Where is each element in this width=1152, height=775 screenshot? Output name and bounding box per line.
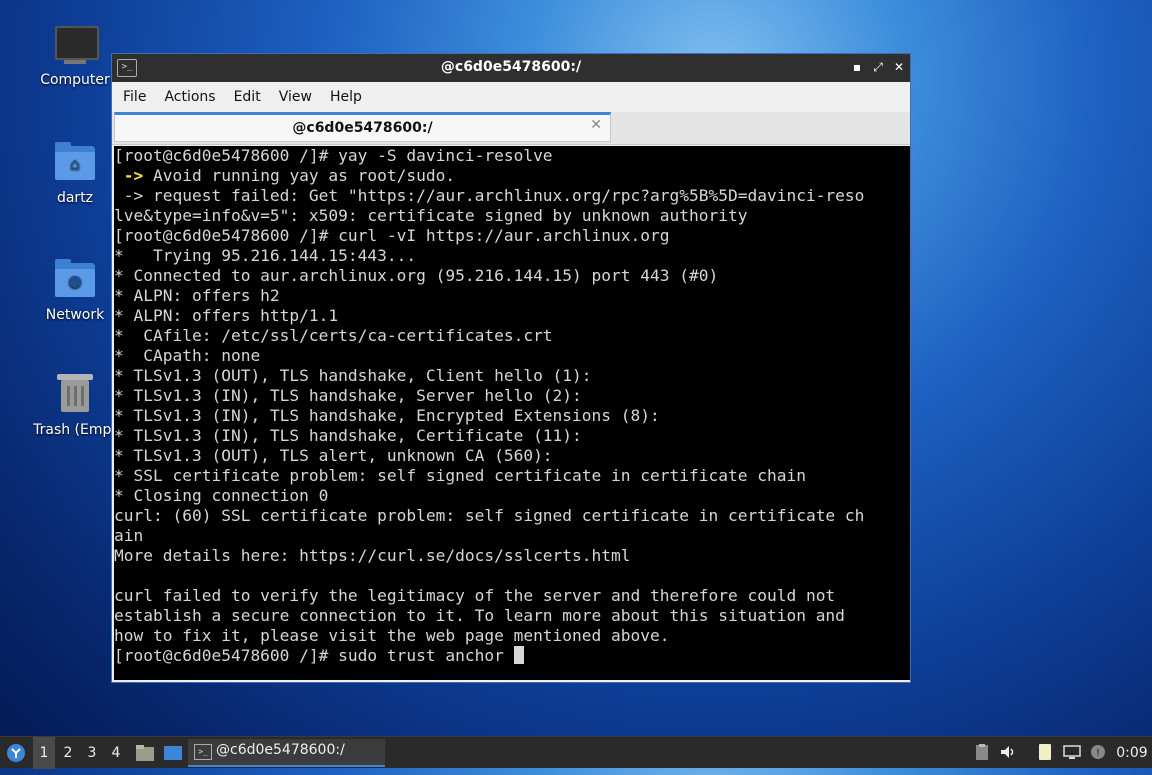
terminal-line: -> request failed: Get "https://aur.arch… <box>114 186 865 205</box>
desktop-icon-trash[interactable]: Trash (Empt <box>29 372 121 438</box>
show-desktop-button[interactable] <box>161 737 185 769</box>
tab-terminal[interactable]: @c6d0e5478600:/ ✕ <box>114 112 611 142</box>
menu-view[interactable]: View <box>270 89 321 105</box>
taskbar-task-terminal[interactable]: >_ @c6d0e5478600:/ <box>188 739 385 767</box>
menu-edit[interactable]: Edit <box>225 89 270 105</box>
window-titlebar[interactable]: >_ @c6d0e5478600:/ ▪ ⤢ ✕ <box>112 54 910 82</box>
home-folder-icon: ⌂ <box>53 140 97 184</box>
desktop-icon-label: dartz <box>56 190 94 206</box>
terminal-output[interactable]: [root@c6d0e5478600 /]# yay -S davinci-re… <box>114 146 910 680</box>
terminal-line: how to fix it, please visit the web page… <box>114 626 670 645</box>
workspace-1[interactable]: 1 <box>33 737 55 769</box>
terminal-line: curl failed to verify the legitimacy of … <box>114 586 836 605</box>
clipboard-icon[interactable] <box>973 743 991 761</box>
desktop-icon-label: Computer <box>40 72 110 88</box>
terminal-line: * Closing connection 0 <box>114 486 329 505</box>
menu-help[interactable]: Help <box>321 89 371 105</box>
desktop-icon-home-folder[interactable]: ⌂ dartz <box>29 140 121 206</box>
app-menu-button[interactable] <box>2 737 30 769</box>
menu-bar: File Actions Edit View Help <box>112 82 910 112</box>
computer-icon <box>53 22 99 66</box>
terminal-line-warning: -> Avoid running yay as root/sudo. <box>114 166 910 186</box>
terminal-line: * TLSv1.3 (IN), TLS handshake, Encrypted… <box>114 406 660 425</box>
close-button[interactable]: ✕ <box>892 60 906 74</box>
maximize-button[interactable]: ⤢ <box>871 60 885 74</box>
notes-icon[interactable] <box>1036 743 1054 761</box>
terminal-line: * CAfile: /etc/ssl/certs/ca-certificates… <box>114 326 553 345</box>
tab-bar: @c6d0e5478600:/ ✕ <box>112 112 910 145</box>
volume-icon[interactable] <box>999 743 1017 761</box>
terminal-prompt-line[interactable]: [root@c6d0e5478600 /]# sudo trust anchor <box>114 646 910 666</box>
trash-icon <box>53 372 97 416</box>
terminal-line: * TLSv1.3 (IN), TLS handshake, Server he… <box>114 386 582 405</box>
desktop-icon-network[interactable]: ● Network <box>29 257 121 323</box>
terminal-line: lve&type=info&v=5": x509: certificate si… <box>114 206 748 225</box>
tab-close-icon[interactable]: ✕ <box>590 117 602 133</box>
terminal-line: * Connected to aur.archlinux.org (95.216… <box>114 266 719 285</box>
network-status-icon[interactable] <box>1063 743 1081 761</box>
terminal-line: * ALPN: offers http/1.1 <box>114 306 339 325</box>
terminal-icon: >_ <box>194 744 212 760</box>
terminal-line: More details here: https://curl.se/docs/… <box>114 546 631 565</box>
terminal-line: * TLSv1.3 (OUT), TLS handshake, Client h… <box>114 366 592 385</box>
terminal-line: * TLSv1.3 (IN), TLS handshake, Certifica… <box>114 426 582 445</box>
terminal-line: ain <box>114 526 144 545</box>
task-label: @c6d0e5478600:/ <box>216 742 345 758</box>
svg-text:!: ! <box>1096 748 1100 759</box>
network-folder-icon: ● <box>53 257 97 301</box>
text-cursor <box>513 646 524 664</box>
prompt-text: [root@c6d0e5478600 /]# sudo trust anchor <box>114 646 514 665</box>
file-manager-launcher[interactable] <box>133 737 157 769</box>
desktop-icon-computer[interactable]: Computer <box>29 22 121 88</box>
taskbar: 1 2 3 4 >_ @c6d0e5478600:/ ! 0:09 <box>0 736 1152 769</box>
workspace-2[interactable]: 2 <box>57 737 79 769</box>
window-title: @c6d0e5478600:/ <box>440 59 582 75</box>
clock[interactable]: 0:09 <box>1112 737 1152 769</box>
terminal-line: * Trying 95.216.144.15:443... <box>114 246 417 265</box>
terminal-line: [root@c6d0e5478600 /]# curl -vI https://… <box>114 226 670 245</box>
tab-label: @c6d0e5478600:/ <box>292 120 433 136</box>
terminal-line: * SSL certificate problem: self signed c… <box>114 466 806 485</box>
terminal-line: curl: (60) SSL certificate problem: self… <box>114 506 865 525</box>
warning-arrow: -> <box>114 166 144 185</box>
workspace-3[interactable]: 3 <box>81 737 103 769</box>
terminal-line: establish a secure connection to it. To … <box>114 606 845 625</box>
desktop-icon-label: Trash (Empt <box>33 422 117 438</box>
menu-file[interactable]: File <box>114 89 155 105</box>
warning-text: Avoid running yay as root/sudo. <box>153 166 456 185</box>
start-menu-icon <box>7 744 25 762</box>
file-manager-icon <box>136 745 154 761</box>
minimize-button[interactable]: ▪ <box>850 60 864 74</box>
terminal-window: >_ @c6d0e5478600:/ ▪ ⤢ ✕ File Actions Ed… <box>111 53 911 683</box>
terminal-line: * CApath: none <box>114 346 261 365</box>
update-notifier-icon[interactable]: ! <box>1089 743 1107 761</box>
menu-actions[interactable]: Actions <box>155 89 224 105</box>
workspace-4[interactable]: 4 <box>105 737 127 769</box>
desktop-icon-label: Network <box>45 307 105 323</box>
terminal-line: [root@c6d0e5478600 /]# yay -S davinci-re… <box>114 146 553 165</box>
terminal-line: * ALPN: offers h2 <box>114 286 280 305</box>
show-desktop-icon <box>164 746 182 760</box>
terminal-line: * TLSv1.3 (OUT), TLS alert, unknown CA (… <box>114 446 553 465</box>
